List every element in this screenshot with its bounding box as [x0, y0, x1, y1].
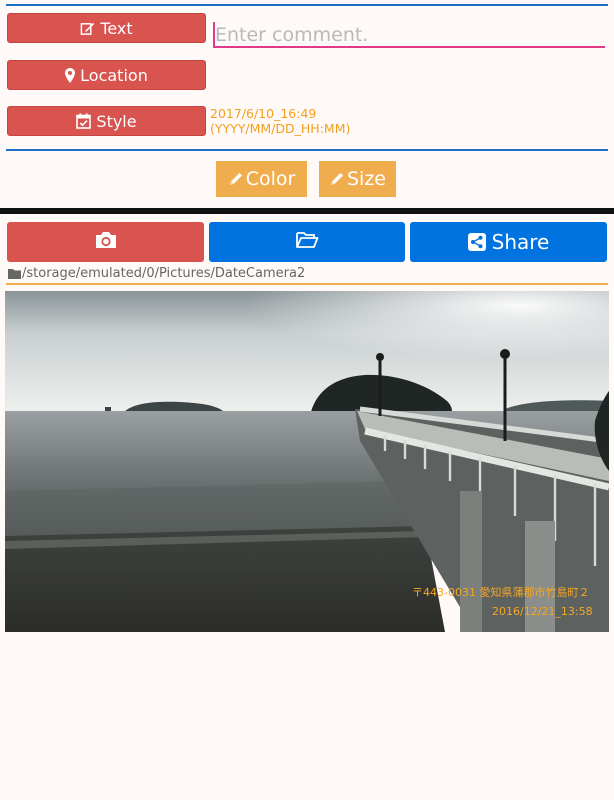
pencil-icon [329, 171, 345, 187]
style-format: (YYYY/MM/DD_HH:MM) [210, 121, 351, 136]
size-button-label: Size [346, 168, 386, 190]
folder-icon [8, 268, 21, 279]
photo-date-stamp: 2016/12/21_13:58 [492, 605, 593, 618]
location-button-label: Location [80, 65, 148, 85]
text-button[interactable]: Text [7, 13, 206, 43]
top-divider [6, 4, 608, 6]
size-button[interactable]: Size [319, 161, 396, 197]
calendar-check-icon [76, 113, 92, 129]
text-button-label: Text [100, 18, 133, 38]
color-button[interactable]: Color [216, 161, 307, 197]
share-icon [467, 233, 486, 251]
edit-icon [80, 21, 95, 36]
style-button-label: Style [96, 111, 137, 131]
pencil-icon [228, 171, 244, 187]
style-date: 2017/6/10_16:49 [210, 106, 317, 121]
photo-image [5, 291, 609, 632]
folder-path-text: /storage/emulated/0/Pictures/DateCamera2 [22, 266, 306, 281]
comment-input[interactable]: Enter comment. [213, 18, 605, 48]
share-button-label: Share [491, 230, 550, 254]
folder-open-icon [295, 230, 319, 254]
location-button[interactable]: Location [7, 60, 206, 90]
path-divider [6, 283, 608, 285]
style-button[interactable]: Style [7, 106, 206, 136]
photo-preview[interactable]: 〒443-0031 愛知県蒲郡市竹島町２ 2016/12/21_13:58 [5, 291, 609, 632]
form-divider [6, 149, 608, 151]
style-date-format: 2017/6/10_16:49 (YYYY/MM/DD_HH:MM) [210, 106, 350, 136]
text-cursor [213, 22, 215, 48]
section-divider [0, 208, 614, 214]
open-folder-button[interactable] [209, 222, 405, 262]
folder-path: /storage/emulated/0/Pictures/DateCamera2 [8, 266, 305, 281]
camera-icon [94, 230, 118, 255]
photo-address-stamp: 〒443-0031 愛知県蒲郡市竹島町２ [412, 586, 590, 599]
map-marker-icon [65, 67, 76, 83]
camera-button[interactable] [7, 222, 204, 262]
share-button[interactable]: Share [410, 222, 607, 262]
color-button-label: Color [245, 168, 296, 190]
